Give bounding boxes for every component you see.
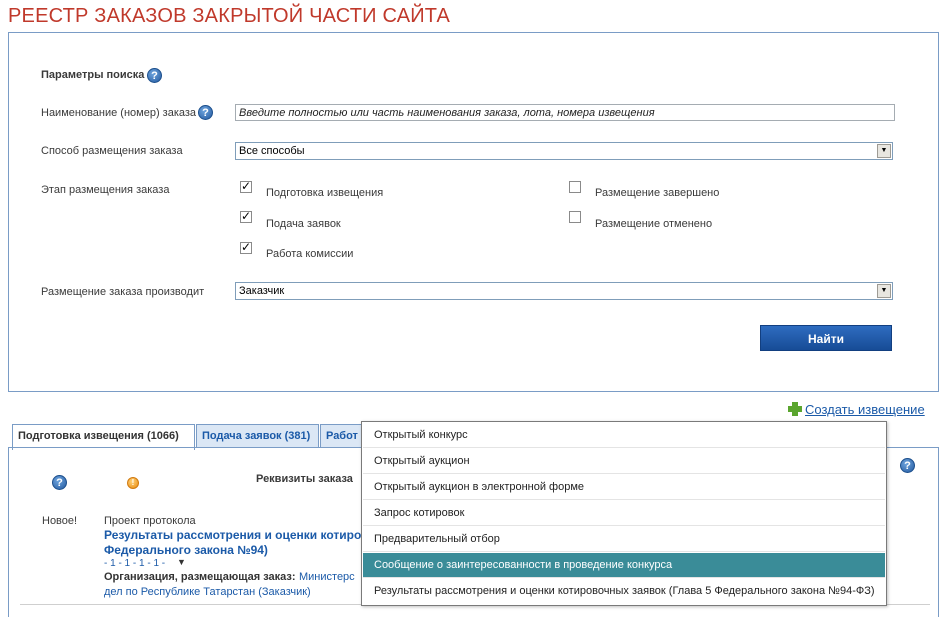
stage-label: Этап размещения заказа [41,184,170,196]
method-select[interactable]: Все способы ▼ [235,142,893,160]
record-pager[interactable]: - 1 - 1 - 1 - 1 - [104,558,165,569]
stage-checkbox-preparation[interactable] [240,181,252,193]
menu-item-open-auction[interactable]: Открытый аукцион [363,449,885,474]
menu-item-interest-notice[interactable]: Сообщение о заинтересованности в проведе… [363,553,885,578]
page-title: РЕЕСТР ЗАКАЗОВ ЗАКРЫТОЙ ЧАСТИ САЙТА [8,5,451,27]
chevron-down-icon[interactable]: ▼ [877,144,891,158]
stage-label-cancelled: Размещение отменено [595,218,713,230]
menu-item-electronic-auction[interactable]: Открытый аукцион в электронной форме [363,475,885,500]
status-badge: Новое! [42,515,78,527]
info-icon: ! [127,477,139,489]
placer-select-value: Заказчик [239,285,285,297]
find-button[interactable]: Найти [760,325,892,351]
search-heading: Параметры поиска [41,69,145,81]
org-label: Организация, размещающая заказ: [104,571,296,583]
stage-label-commission: Работа комиссии [266,248,354,260]
help-icon[interactable]: ? [198,105,213,120]
help-icon[interactable]: ? [900,458,915,473]
menu-item-quotation-request[interactable]: Запрос котировок [363,501,885,526]
stage-checkbox-submission[interactable] [240,211,252,223]
menu-item-quotation-results[interactable]: Результаты рассмотрения и оценки котиров… [363,579,885,604]
stage-checkbox-completed[interactable] [569,181,581,193]
placer-label: Размещение заказа производит [41,286,205,298]
org-link[interactable]: Министерс [299,571,355,583]
org-link-line2[interactable]: дел по Республике Татарстан (Заказчик) [104,586,311,598]
placer-select[interactable]: Заказчик ▼ [235,282,893,300]
column-header-requisites: Реквизиты заказа [256,473,353,485]
menu-item-preselection[interactable]: Предварительный отбор [363,527,885,552]
plus-icon[interactable] [788,402,802,416]
method-select-value: Все способы [239,145,305,157]
create-notice-menu: Открытый конкурс Открытый аукцион Открыт… [361,421,887,606]
record-type: Проект протокола [104,515,196,527]
record-title-link-line2[interactable]: Федерального закона №94) [104,543,268,557]
stage-label-completed: Размещение завершено [595,187,720,199]
order-name-label: Наименование (номер) заказа [41,107,197,119]
tab-commission[interactable]: Работ [320,424,364,448]
record-title-link[interactable]: Результаты рассмотрения и оценки котиров [104,528,369,542]
menu-item-open-tender[interactable]: Открытый конкурс [363,423,885,448]
chevron-down-icon[interactable]: ▼ [877,284,891,298]
stage-checkbox-commission[interactable] [240,242,252,254]
help-icon[interactable]: ? [52,475,67,490]
chevron-down-icon[interactable]: ▼ [177,557,186,567]
help-icon[interactable]: ? [147,68,162,83]
order-name-input[interactable]: Введите полностью или часть наименования… [235,104,895,121]
stage-checkbox-cancelled[interactable] [569,211,581,223]
stage-label-submission: Подача заявок [266,218,341,230]
create-notice-link[interactable]: Создать извещение [805,402,925,417]
method-label: Способ размещения заказа [41,145,183,157]
stage-label-preparation: Подготовка извещения [266,187,384,199]
tab-submission[interactable]: Подача заявок (381) [196,424,319,448]
